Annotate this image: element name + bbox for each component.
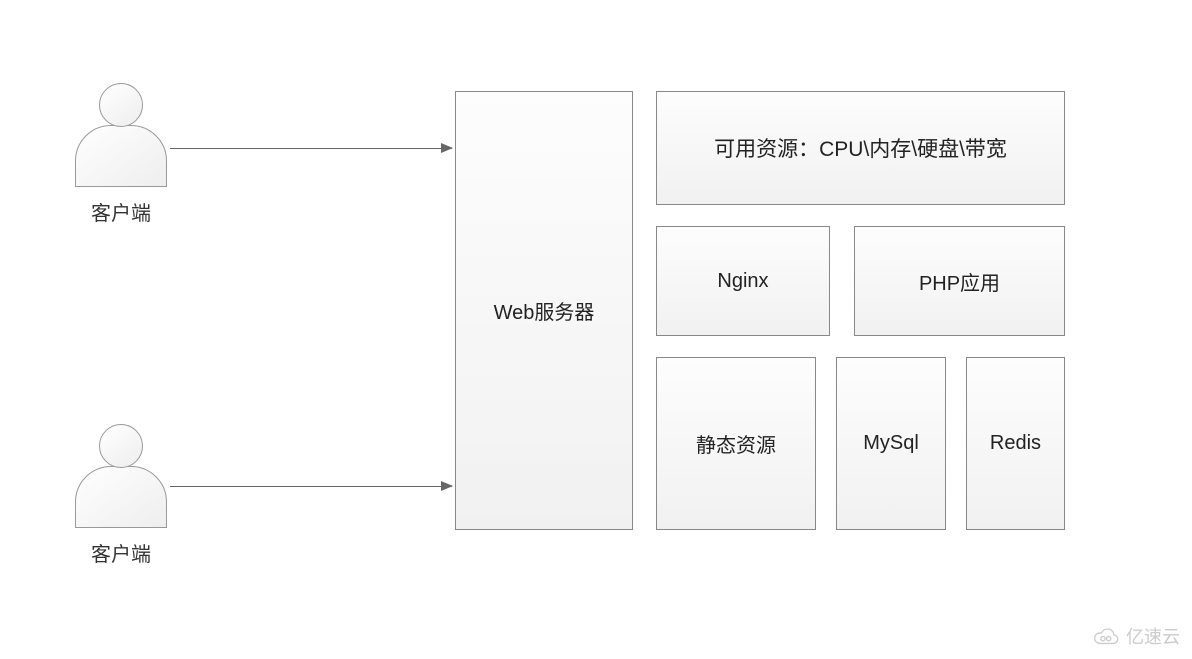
php-box: PHP应用 (854, 226, 1065, 336)
mysql-box: MySql (836, 357, 946, 530)
arrow-head-icon (441, 143, 453, 153)
client-user-2: 客户端 (75, 424, 167, 567)
cloud-icon (1092, 626, 1120, 646)
php-label: PHP应用 (919, 267, 1000, 296)
nginx-box: Nginx (656, 226, 830, 336)
user-body-icon (75, 125, 167, 187)
mysql-label: MySql (863, 432, 919, 455)
watermark-label: 亿速云 (1126, 623, 1180, 649)
static-resource-box: 静态资源 (656, 357, 816, 530)
arrow-client1-to-server (170, 148, 452, 149)
static-label: 静态资源 (696, 429, 776, 458)
web-server-box: Web服务器 (455, 91, 633, 530)
client-label-2: 客户端 (75, 538, 167, 567)
watermark: 亿速云 (1092, 623, 1180, 649)
redis-box: Redis (966, 357, 1065, 530)
redis-label: Redis (990, 432, 1041, 455)
resources-label: 可用资源：CPU\内存\硬盘\带宽 (714, 133, 1007, 163)
resources-box: 可用资源：CPU\内存\硬盘\带宽 (656, 91, 1065, 205)
client-label-1: 客户端 (75, 197, 167, 226)
user-head-icon (99, 83, 143, 127)
user-body-icon (75, 466, 167, 528)
web-server-label: Web服务器 (494, 296, 595, 325)
arrow-client2-to-server (170, 486, 452, 487)
nginx-label: Nginx (717, 270, 768, 293)
arrow-head-icon (441, 481, 453, 491)
user-head-icon (99, 424, 143, 468)
client-user-1: 客户端 (75, 83, 167, 226)
